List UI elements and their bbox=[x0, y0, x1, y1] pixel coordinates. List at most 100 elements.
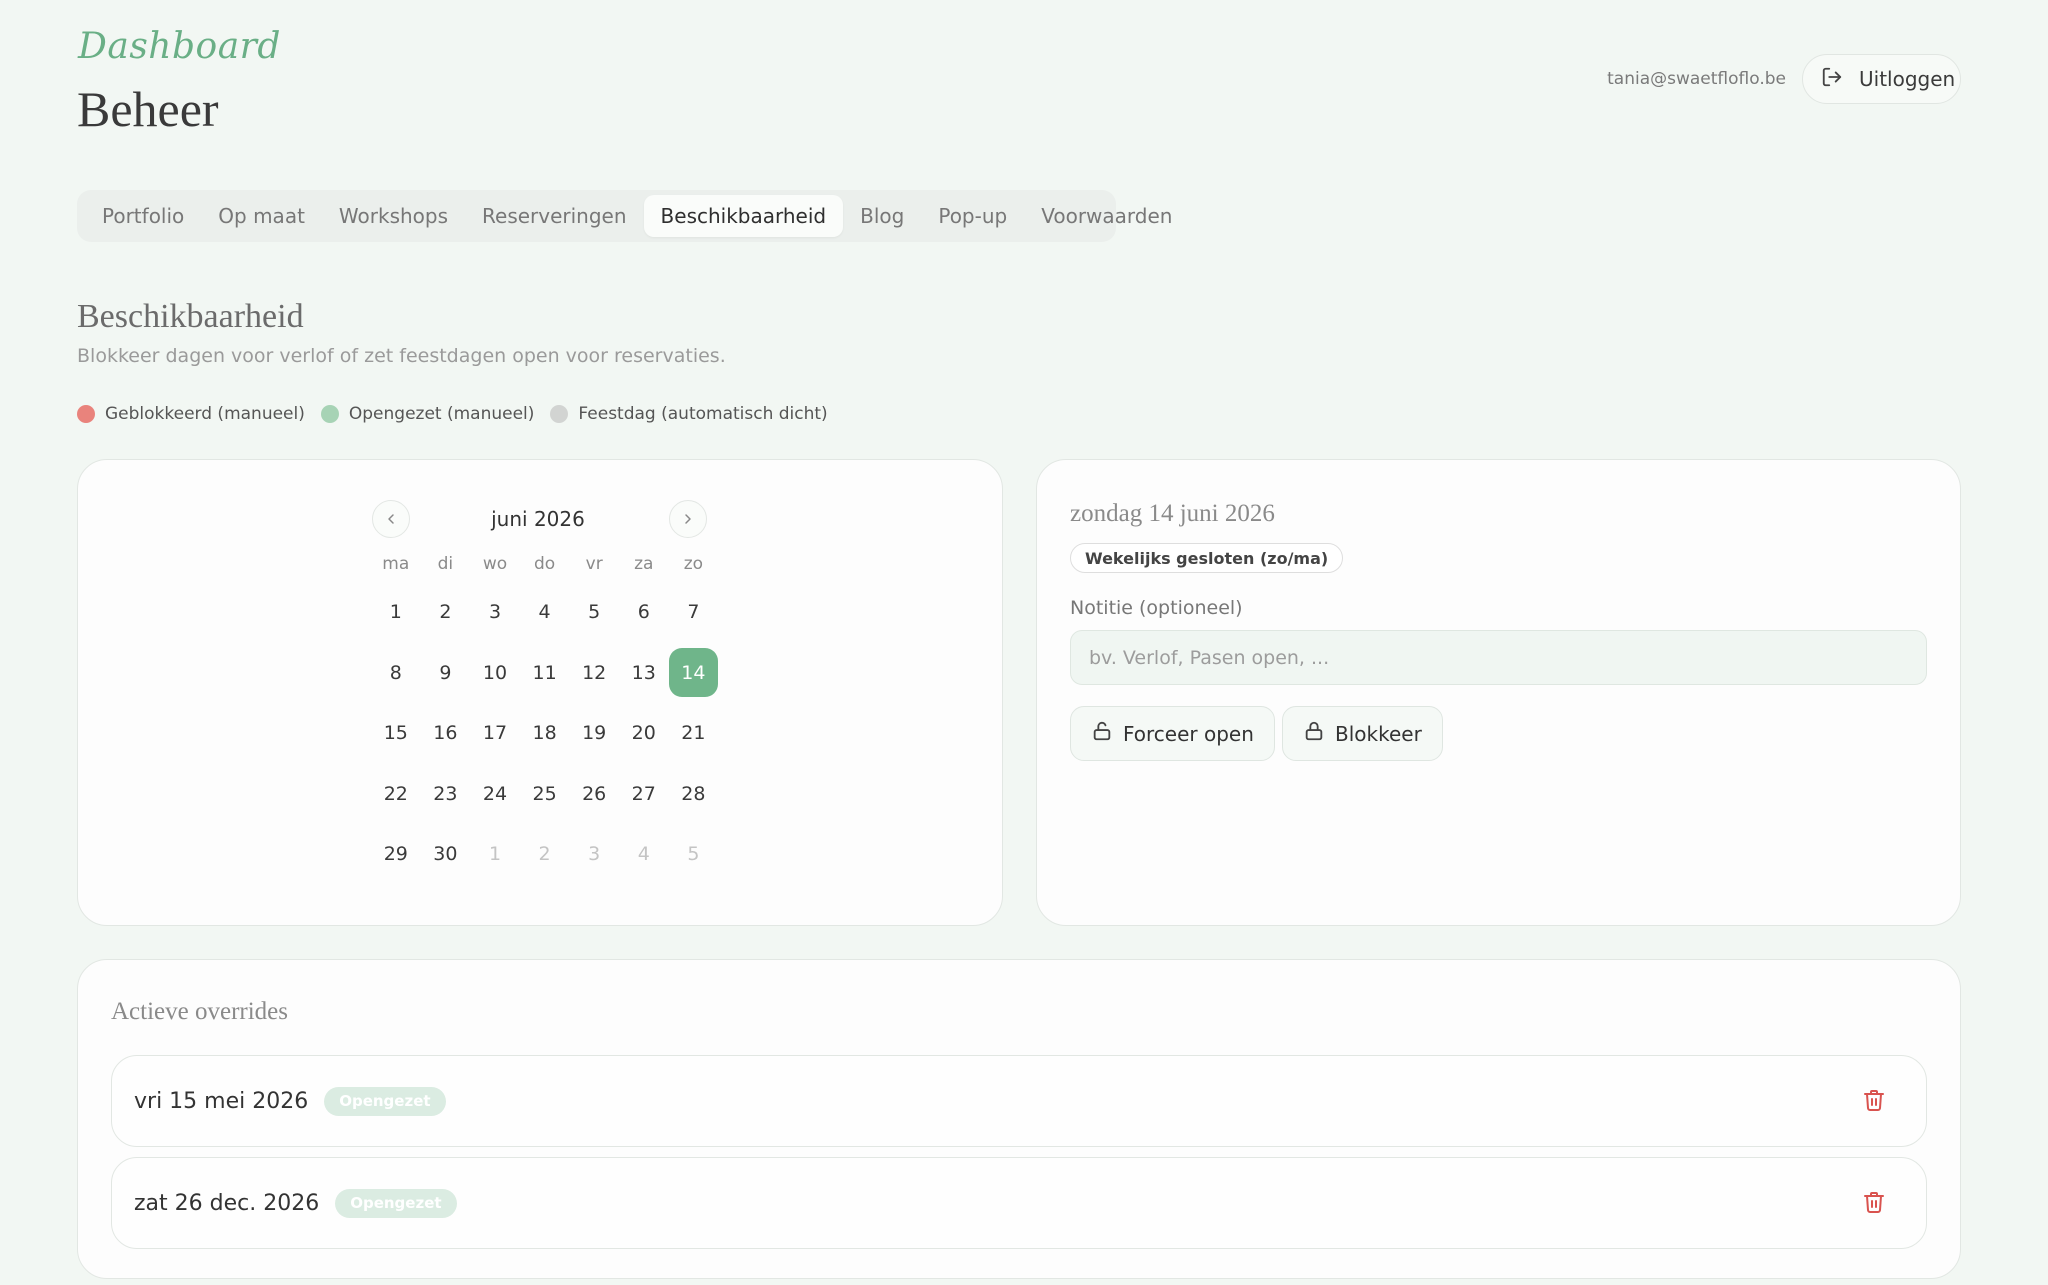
legend-item-blocked: Geblokkeerd (manueel) bbox=[77, 404, 305, 424]
weekday-header: wo bbox=[482, 554, 508, 574]
calendar-day[interactable]: 13 bbox=[619, 643, 669, 704]
tab-voorwaarden[interactable]: Voorwaarden bbox=[1024, 195, 1189, 237]
calendar-day-number: 7 bbox=[687, 601, 700, 624]
calendar-day[interactable]: 5 bbox=[569, 582, 619, 643]
calendar-day[interactable]: 21 bbox=[669, 703, 719, 764]
calendar-day[interactable]: 17 bbox=[470, 703, 520, 764]
calendar-day-number: 25 bbox=[532, 782, 557, 805]
calendar-day[interactable]: 15 bbox=[371, 703, 421, 764]
calendar-day[interactable]: 12 bbox=[569, 643, 619, 704]
legend-dot-holiday bbox=[550, 405, 569, 423]
calendar-day-number: 1 bbox=[488, 843, 502, 866]
calendar-day[interactable]: 3 bbox=[470, 582, 520, 643]
section-subtitle: Blokkeer dagen voor verlof of zet feestd… bbox=[77, 345, 726, 367]
weekday-header: di bbox=[437, 554, 454, 574]
legend-label: Opengezet (manueel) bbox=[348, 404, 535, 424]
legend: Geblokkeerd (manueel) Opengezet (manueel… bbox=[77, 404, 828, 424]
calendar-day-number: 27 bbox=[631, 782, 656, 805]
chevron-left-icon bbox=[388, 514, 394, 524]
calendar-day-number: 9 bbox=[439, 661, 452, 684]
tab-workshops[interactable]: Workshops bbox=[322, 195, 465, 237]
calendar-day[interactable]: 29 bbox=[371, 824, 421, 885]
calendar-month-label: juni 2026 bbox=[491, 507, 585, 531]
calendar-day[interactable]: 18 bbox=[520, 703, 570, 764]
calendar-day[interactable]: 11 bbox=[520, 643, 570, 704]
delete-override-button[interactable] bbox=[1860, 1188, 1888, 1216]
tab-pop-up[interactable]: Pop-up bbox=[921, 195, 1024, 237]
legend-item-opened: Opengezet (manueel) bbox=[320, 404, 535, 424]
calendar-day-number: 26 bbox=[582, 782, 607, 805]
calendar-day[interactable]: 2 bbox=[421, 582, 471, 643]
calendar-day-number: 14 bbox=[668, 648, 718, 698]
calendar-day[interactable]: 20 bbox=[619, 703, 669, 764]
weekday-header: do bbox=[533, 554, 556, 574]
calendar-day[interactable]: 1 bbox=[371, 582, 421, 643]
calendar-day-number: 19 bbox=[582, 722, 607, 745]
calendar-day[interactable]: 10 bbox=[470, 643, 520, 704]
calendar-day[interactable]: 9 bbox=[421, 643, 471, 704]
calendar-day-number: 5 bbox=[687, 843, 700, 866]
calendar-day[interactable]: 23 bbox=[421, 764, 471, 825]
tab-blog[interactable]: Blog bbox=[843, 195, 921, 237]
delete-override-button[interactable] bbox=[1860, 1086, 1888, 1114]
calendar-day-selected[interactable]: 14 bbox=[668, 643, 719, 704]
calendar-day[interactable]: 30 bbox=[421, 824, 471, 885]
force-open-button[interactable]: Forceer open bbox=[1070, 706, 1275, 761]
calendar-day[interactable]: 4 bbox=[520, 582, 570, 643]
calendar-day[interactable]: 19 bbox=[569, 703, 619, 764]
force-open-label: Forceer open bbox=[1123, 721, 1254, 746]
calendar-day[interactable]: 16 bbox=[421, 703, 471, 764]
note-input[interactable] bbox=[1070, 630, 1927, 685]
calendar-day[interactable]: 5 bbox=[669, 824, 719, 885]
calendar-day[interactable]: 8 bbox=[371, 643, 421, 704]
note-label: Notitie (optioneel) bbox=[1070, 597, 1243, 619]
logout-button[interactable]: Uitloggen bbox=[1802, 54, 1961, 104]
brand-script-title: Dashboard bbox=[78, 26, 281, 67]
calendar-day[interactable]: 28 bbox=[669, 764, 719, 825]
override-status-badge: Opengezet bbox=[335, 1188, 457, 1218]
legend-dot-blocked bbox=[77, 405, 95, 423]
calendar-day[interactable]: 3 bbox=[569, 824, 619, 885]
calendar-day-number: 23 bbox=[433, 782, 458, 805]
legend-item-holiday: Feestdag (automatisch dicht) bbox=[550, 404, 828, 424]
user-email: tania@swaetfloflo.be bbox=[1607, 69, 1786, 89]
calendar-day[interactable]: 22 bbox=[371, 764, 421, 825]
calendar-day-number: 4 bbox=[637, 843, 650, 866]
override-date: vri 15 mei 2026 bbox=[134, 1088, 309, 1114]
calendar-day[interactable]: 2 bbox=[520, 824, 570, 885]
tab-bar: Portfolio Op maat Workshops Reserveringe… bbox=[77, 190, 1172, 242]
calendar-day-number: 15 bbox=[383, 722, 408, 745]
block-button[interactable]: Blokkeer bbox=[1282, 706, 1443, 761]
calendar-day[interactable]: 4 bbox=[619, 824, 669, 885]
tab-op-maat[interactable]: Op maat bbox=[201, 195, 322, 237]
legend-label: Geblokkeerd (manueel) bbox=[105, 404, 305, 424]
block-label: Blokkeer bbox=[1335, 721, 1422, 746]
lock-icon bbox=[1303, 720, 1325, 747]
calendar-day[interactable]: 6 bbox=[619, 582, 669, 643]
next-month-button[interactable] bbox=[669, 500, 707, 538]
trash-icon bbox=[1864, 1090, 1884, 1111]
calendar-day[interactable]: 26 bbox=[569, 764, 619, 825]
prev-month-button[interactable] bbox=[372, 500, 410, 538]
tab-reserveringen[interactable]: Reserveringen bbox=[465, 195, 644, 237]
section-title: Beschikbaarheid bbox=[77, 298, 304, 335]
calendar-day-number: 16 bbox=[433, 722, 458, 745]
calendar-day[interactable]: 25 bbox=[520, 764, 570, 825]
calendar-day[interactable]: 1 bbox=[470, 824, 520, 885]
calendar-day-number: 30 bbox=[433, 843, 458, 866]
active-overrides-card: Actieve overrides vri 15 mei 2026 Openge… bbox=[77, 959, 1961, 1279]
calendar-day-number: 8 bbox=[389, 661, 402, 684]
status-badge: Wekelijks gesloten (zo/ma) bbox=[1070, 543, 1344, 573]
calendar-day-number: 13 bbox=[631, 661, 656, 684]
calendar-day[interactable]: 27 bbox=[619, 764, 669, 825]
calendar-day[interactable]: 7 bbox=[669, 582, 719, 643]
page-title: Beheer bbox=[77, 81, 219, 137]
logout-label: Uitloggen bbox=[1859, 67, 1956, 91]
tab-beschikbaarheid[interactable]: Beschikbaarheid bbox=[643, 195, 844, 237]
unlock-icon bbox=[1091, 720, 1113, 747]
trash-icon bbox=[1864, 1192, 1884, 1213]
tab-portfolio[interactable]: Portfolio bbox=[85, 195, 201, 237]
calendar-day[interactable]: 24 bbox=[470, 764, 520, 825]
calendar-day-number: 11 bbox=[532, 661, 557, 684]
overrides-title: Actieve overrides bbox=[111, 998, 289, 1025]
